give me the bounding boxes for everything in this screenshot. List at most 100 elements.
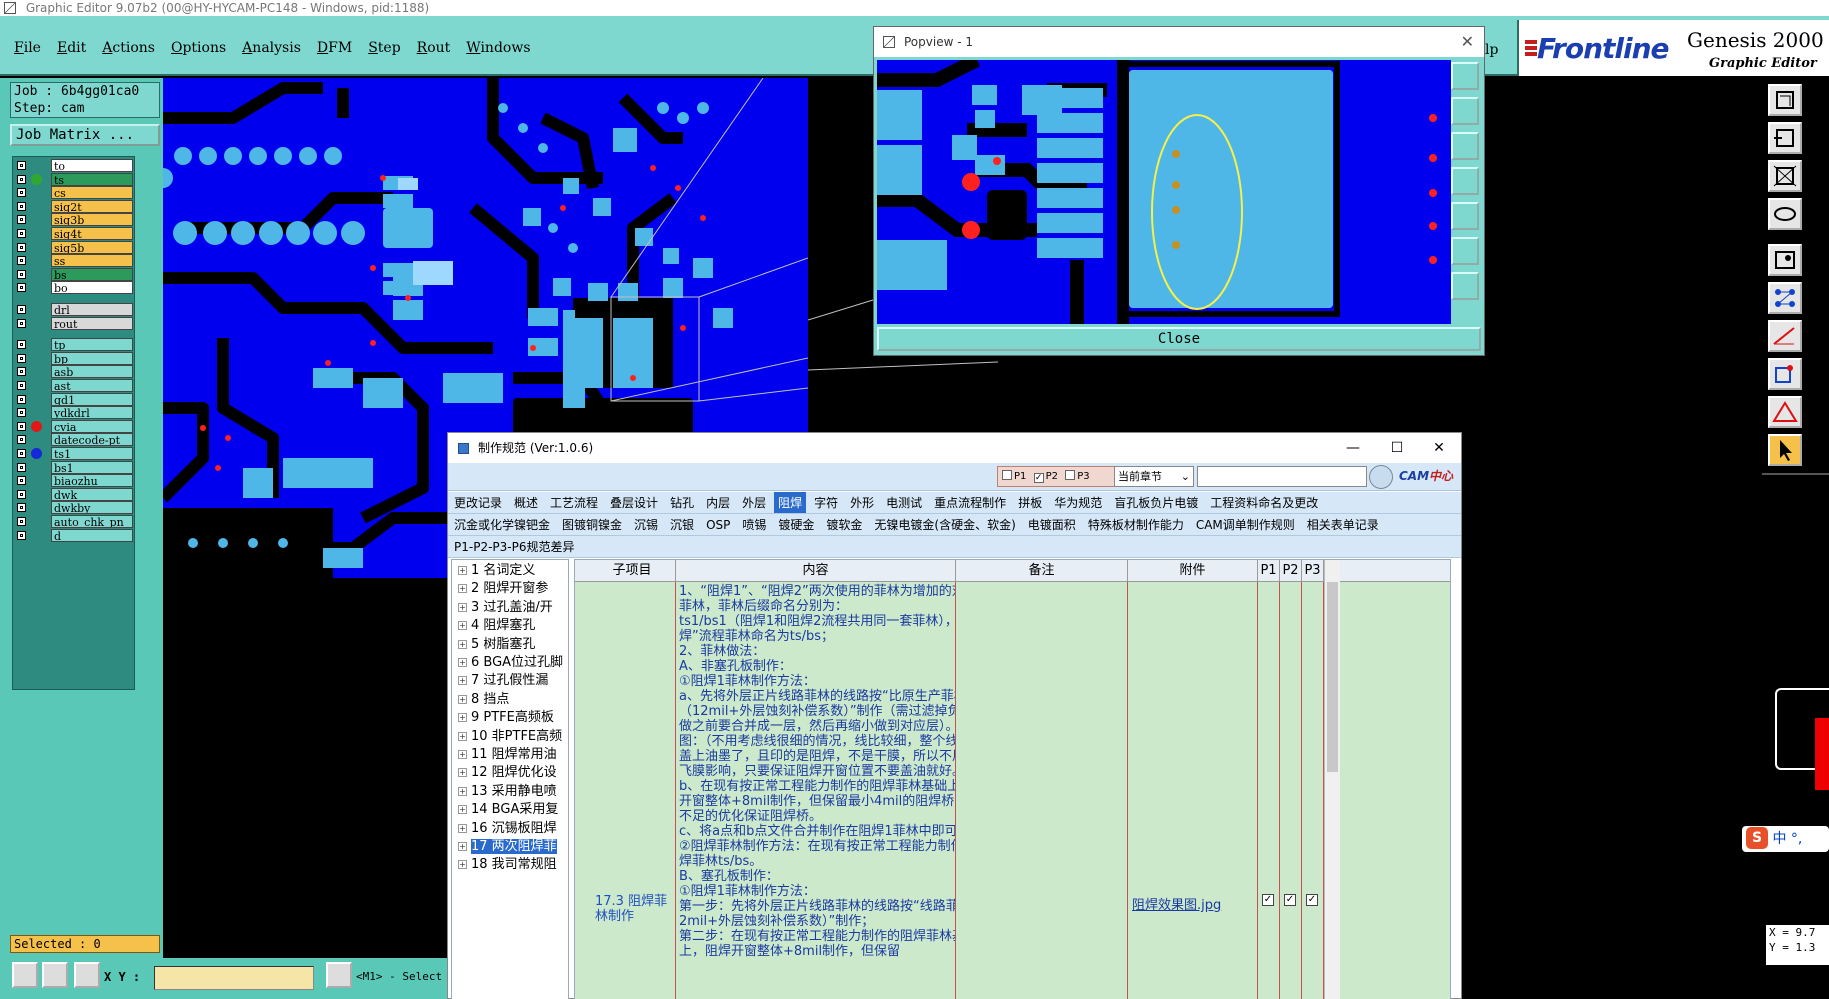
grid-icon[interactable] [74, 962, 100, 988]
layer-name[interactable]: cvia [51, 419, 133, 433]
menu-options[interactable]: Options [171, 40, 226, 56]
layer-name[interactable]: gd1 [51, 392, 133, 406]
layer-row[interactable]: dwk [15, 487, 133, 501]
expand-icon[interactable]: + [458, 602, 467, 612]
layer-checkbox[interactable] [17, 462, 26, 472]
layer-row[interactable]: ts1 [15, 447, 133, 460]
layer-name[interactable]: cs [51, 186, 133, 200]
p1-checkbox[interactable]: ✓ [1262, 894, 1274, 906]
tab-item[interactable]: 喷锡 [738, 514, 770, 535]
search-icon[interactable] [1369, 465, 1393, 489]
col-p3[interactable]: P3 [1302, 560, 1324, 582]
layer-name[interactable]: bs [51, 267, 133, 281]
tree-item[interactable]: +16 沉锡板阻焊 [458, 820, 557, 838]
tab-item[interactable]: P1-P2-P3-P6规范差异 [450, 536, 578, 557]
layer-name[interactable]: dwk [51, 487, 133, 501]
layer-name[interactable]: sig2t [51, 199, 133, 213]
layer-checkbox[interactable] [17, 318, 26, 328]
expand-icon[interactable]: + [458, 842, 467, 851]
layer-name[interactable]: sig5b [51, 240, 133, 254]
popview-zoom-out-icon[interactable] [1451, 272, 1479, 300]
layer-row[interactable]: ts [15, 172, 133, 186]
p2-checkbox[interactable]: ✓ [1284, 894, 1296, 906]
layer-checkbox[interactable] [17, 449, 26, 458]
tree-item[interactable]: +3 过孔盖油/开 [458, 599, 553, 617]
tab-item[interactable]: 叠层设计 [606, 492, 662, 513]
close-icon[interactable]: ✕ [1419, 433, 1459, 463]
net-icon[interactable] [1768, 282, 1802, 314]
layer-row[interactable]: asb [15, 365, 133, 379]
popview-canvas[interactable] [877, 60, 1451, 324]
layer-checkbox[interactable] [17, 340, 26, 350]
layer-checkbox[interactable] [17, 283, 26, 293]
tab-item[interactable]: 镀软金 [822, 514, 866, 535]
layer-name[interactable]: bs1 [51, 460, 133, 474]
layer-name[interactable]: tp [51, 338, 133, 352]
layer-checkbox[interactable] [17, 517, 26, 526]
layer-checkbox[interactable] [17, 269, 26, 279]
tree-item[interactable]: +6 BGA位过孔脚 [458, 654, 563, 672]
layer-name[interactable]: sig4t [51, 227, 133, 240]
col-p2[interactable]: P2 [1280, 560, 1302, 582]
layer-checkbox[interactable] [17, 174, 26, 184]
tab-item[interactable]: 更改记录 [450, 492, 506, 513]
layer-row[interactable]: ss [15, 254, 133, 268]
layer-checkbox[interactable] [17, 161, 26, 170]
layer-name[interactable]: drl [51, 303, 133, 316]
expand-icon[interactable]: + [458, 786, 467, 796]
layer-name[interactable]: sig3b [51, 213, 133, 227]
expand-icon[interactable]: + [458, 750, 467, 759]
layer-checkbox[interactable] [17, 353, 26, 363]
col-p1[interactable]: P1 [1258, 560, 1280, 582]
expand-icon[interactable]: + [458, 658, 467, 667]
zoom-box-icon[interactable] [12, 962, 38, 988]
menu-edit[interactable]: Edit [57, 40, 86, 56]
popview-up-icon[interactable] [1451, 97, 1479, 125]
check-p3[interactable]: P3 [1065, 470, 1090, 482]
minimize-icon[interactable]: — [1333, 433, 1373, 463]
tab-item[interactable]: 外形 [846, 492, 878, 513]
expand-icon[interactable]: + [458, 676, 467, 686]
zoom-out-icon[interactable] [1768, 160, 1802, 192]
layer-row[interactable]: datecode-pt [15, 433, 133, 447]
tree-item[interactable]: +13 采用静电喷 [458, 783, 557, 801]
tab-item[interactable]: 内层 [702, 492, 734, 513]
popview-right-icon[interactable] [1451, 202, 1479, 230]
table-row[interactable]: 17.3 阻焊菲林制作 1、“阻焊1”、“阻焊2”两次使用的菲林为增加的对基材菲… [575, 582, 1450, 999]
popview-close-icon[interactable]: ✕ [1461, 27, 1474, 57]
tab-item[interactable]: 沉锡 [630, 514, 662, 535]
expand-icon[interactable]: + [458, 860, 467, 870]
layer-row[interactable]: gd1 [15, 392, 133, 406]
tab-item[interactable]: 阻焊 [774, 492, 807, 513]
info-icon[interactable] [326, 962, 352, 988]
tree-item[interactable]: +1 名词定义 [458, 562, 535, 580]
tab-item[interactable]: 沉银 [666, 514, 698, 535]
drc-icon[interactable] [1768, 396, 1802, 428]
layer-row[interactable]: sig2t [15, 199, 133, 213]
col-attachment[interactable]: 附件 [1128, 560, 1258, 582]
layer-checkbox[interactable] [17, 229, 26, 238]
popview-zoom-in-icon[interactable] [1451, 237, 1479, 265]
tree-item[interactable]: +7 过孔假性漏 [458, 672, 548, 690]
tab-item[interactable]: 工程资料命名及更改 [1206, 492, 1322, 513]
tree-item[interactable]: +8 挡点 [458, 691, 509, 709]
chapter-select[interactable]: 当前章节 ⌄ [1114, 466, 1194, 487]
tab-item[interactable]: 图镀铜镍金 [558, 514, 626, 535]
layer-name[interactable]: rout [51, 316, 133, 330]
tab-item[interactable]: 重点流程制作 [930, 492, 1010, 513]
layer-row[interactable]: sig5b [15, 240, 133, 254]
tab-item[interactable]: CAM调单制作规则 [1192, 514, 1299, 535]
layer-name[interactable]: ts1 [51, 447, 133, 460]
layer-row[interactable]: bs [15, 267, 133, 281]
tree-item[interactable]: +4 阻焊塞孔 [458, 617, 535, 635]
layer-row[interactable]: sig3b [15, 213, 133, 227]
tab-item[interactable]: OSP [702, 514, 734, 535]
expand-icon[interactable]: + [458, 566, 467, 575]
col-content[interactable]: 内容 [676, 560, 956, 582]
popview-fit-icon[interactable] [1451, 62, 1479, 90]
layer-display-icon[interactable] [31, 420, 42, 432]
tab-item[interactable]: 特殊板材制作能力 [1084, 514, 1188, 535]
zoom-fit-icon[interactable] [1768, 84, 1802, 116]
tab-item[interactable]: 电镀面积 [1024, 514, 1080, 535]
layer-row[interactable]: drl [15, 303, 133, 316]
